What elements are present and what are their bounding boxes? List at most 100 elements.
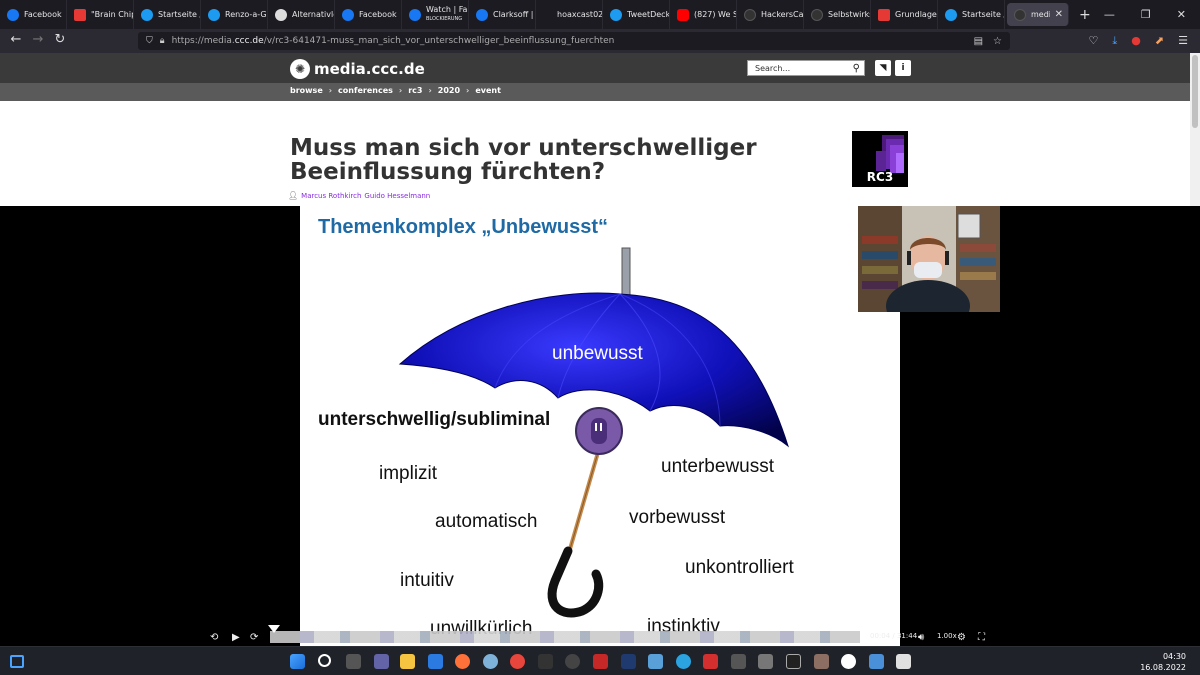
speaker-link[interactable]: Marcus Rothkirch: [301, 192, 361, 200]
url-bar[interactable]: ⛉ 🔒︎ https://media.ccc.de/v/rc3-641471-m…: [138, 32, 1010, 50]
bookmark-star-icon[interactable]: ☆: [993, 36, 1002, 47]
lock-icon[interactable]: 🔒︎: [160, 36, 165, 46]
time-display: 00:04 / 31:44: [870, 632, 918, 640]
browser-tab[interactable]: (827) We Sh: [670, 0, 737, 29]
live-app-icon[interactable]: [538, 654, 553, 669]
chrome-icon[interactable]: [510, 654, 525, 669]
twitter-icon: [141, 8, 153, 21]
twitter-icon: [610, 8, 622, 21]
player-controls: ⟲ ▶ ⟳ 00:04 / 31:44 🔊︎ 1.00x ⚙ ⛶: [200, 625, 1000, 646]
forward-arrow-icon[interactable]: →: [26, 32, 50, 47]
browser-tab[interactable]: hoaxcast022.mp: [536, 0, 603, 29]
terminal-icon[interactable]: [786, 654, 801, 669]
breadcrumb-item[interactable]: rc3: [408, 86, 422, 95]
notepad-icon[interactable]: [869, 654, 884, 669]
chevron-right-icon: ›: [398, 86, 403, 95]
slide-term: implizit: [379, 463, 438, 484]
pocket-icon[interactable]: ♡: [1089, 34, 1099, 48]
back-arrow-icon[interactable]: ←: [4, 32, 28, 47]
rc3-text: RC3: [867, 170, 893, 184]
speaker-link[interactable]: Guido Hesselmann: [364, 192, 430, 200]
chevron-right-icon: ›: [328, 86, 333, 95]
shield-icon[interactable]: [428, 654, 443, 669]
close-tab-icon[interactable]: ✕: [1055, 9, 1063, 20]
browser-tab[interactable]: Selbstwirks: [804, 0, 871, 29]
shield-icon[interactable]: ⛉: [146, 36, 153, 46]
browser-tab[interactable]: Watch | Fa BLOCKIERUNG: [402, 0, 469, 29]
ublock-icon[interactable]: ●: [1131, 34, 1141, 48]
obs-icon[interactable]: [593, 654, 608, 669]
browser-tab[interactable]: Facebook: [0, 0, 67, 29]
volume-icon[interactable]: 🔊︎: [918, 632, 924, 643]
search-icon[interactable]: ⚲: [853, 63, 860, 74]
new-tab-button[interactable]: +: [1071, 0, 1099, 29]
site-logo[interactable]: ✺ media.ccc.de: [290, 59, 425, 79]
firefox-icon[interactable]: [455, 654, 470, 669]
browser-tab[interactable]: Renzo-a-Go: [201, 0, 268, 29]
reload-icon[interactable]: ↻: [48, 32, 72, 47]
browser-nav-bar: ← → ↻ ⛉ 🔒︎ https://media.ccc.de/v/rc3-64…: [0, 29, 1200, 53]
play-icon[interactable]: ▶: [232, 632, 240, 643]
file-explorer-icon[interactable]: [400, 654, 415, 669]
progress-bar[interactable]: [270, 631, 860, 643]
fullscreen-icon[interactable]: ⛶: [978, 632, 985, 643]
forward-icon[interactable]: ⟳: [250, 632, 258, 643]
extension-icon[interactable]: ⬈: [1155, 34, 1164, 48]
browser-tab[interactable]: Clarksoff | T: [469, 0, 536, 29]
browser-tab[interactable]: Startseite /: [134, 0, 201, 29]
taskbar-clock[interactable]: 04:30 16.08.2022: [1140, 651, 1186, 673]
twitter-icon: [208, 8, 220, 21]
teams-icon[interactable]: [374, 654, 389, 669]
url-text[interactable]: https://media.ccc.de/v/rc3-641471-muss_m…: [172, 36, 615, 46]
video-slide[interactable]: Themenkomplex „Unbewusst“ unbewusst unte…: [300, 206, 900, 646]
browser-tab[interactable]: Alternativlo: [268, 0, 335, 29]
youtube-icon: [677, 8, 689, 21]
browser-tab-active[interactable]: media.ccc✕: [1007, 3, 1069, 26]
start-icon[interactable]: [290, 654, 305, 669]
restore-icon[interactable]: ❐: [1141, 8, 1151, 21]
close-window-icon[interactable]: ✕: [1177, 8, 1186, 21]
browser-tab[interactable]: Startseite /: [938, 0, 1005, 29]
slide-title: Themenkomplex „Unbewusst“: [318, 216, 609, 238]
cloud-icon[interactable]: [483, 654, 498, 669]
scrollbar-thumb[interactable]: [1192, 55, 1198, 128]
weather-app-icon[interactable]: [703, 654, 718, 669]
browser-tab[interactable]: HackersCar: [737, 0, 804, 29]
mail-icon[interactable]: [648, 654, 663, 669]
conference-logo[interactable]: RC3: [852, 131, 908, 187]
minimize-icon[interactable]: —: [1104, 8, 1115, 21]
red-square-icon: [878, 8, 890, 21]
task-view-icon[interactable]: [346, 654, 361, 669]
breadcrumb-item[interactable]: 2020: [438, 86, 460, 95]
info-icon[interactable]: i: [895, 60, 911, 76]
alternativlos-icon: [275, 8, 287, 21]
slide-term: unterschwellig/subliminal: [318, 409, 551, 430]
library-icon[interactable]: [814, 654, 829, 669]
rewind-icon[interactable]: ⟲: [210, 632, 218, 643]
paint-icon[interactable]: [896, 654, 911, 669]
search-icon[interactable]: [318, 654, 331, 667]
browser-tab[interactable]: Grundlagen: [871, 0, 938, 29]
rss-icon[interactable]: ◥: [875, 60, 891, 76]
menu-icon[interactable]: ☰: [1178, 34, 1188, 48]
powershell-icon[interactable]: [621, 654, 636, 669]
reader-view-icon[interactable]: ▤: [974, 36, 983, 47]
search-input[interactable]: Search... ⚲: [747, 60, 865, 76]
app-icon[interactable]: [758, 654, 773, 669]
speed-display[interactable]: 1.00x: [937, 632, 957, 640]
settings-gear-icon[interactable]: ⚙: [957, 632, 966, 643]
wikipedia-icon[interactable]: [841, 654, 856, 669]
browser-tab[interactable]: "Brain Chip: [67, 0, 134, 29]
camera-icon[interactable]: [565, 654, 580, 669]
telegram-icon[interactable]: [676, 654, 691, 669]
calculator-icon[interactable]: [731, 654, 746, 669]
facebook-icon: [7, 8, 19, 21]
browser-tab[interactable]: TweetDeck: [603, 0, 670, 29]
browser-tab[interactable]: Facebook: [335, 0, 402, 29]
breadcrumb-item[interactable]: conferences: [338, 86, 393, 95]
playhead[interactable]: [268, 625, 280, 633]
download-icon[interactable]: ⤓: [1112, 34, 1117, 48]
widgets-icon[interactable]: [10, 655, 24, 668]
breadcrumb-item[interactable]: browse: [290, 86, 323, 95]
facebook-icon: [409, 8, 421, 21]
